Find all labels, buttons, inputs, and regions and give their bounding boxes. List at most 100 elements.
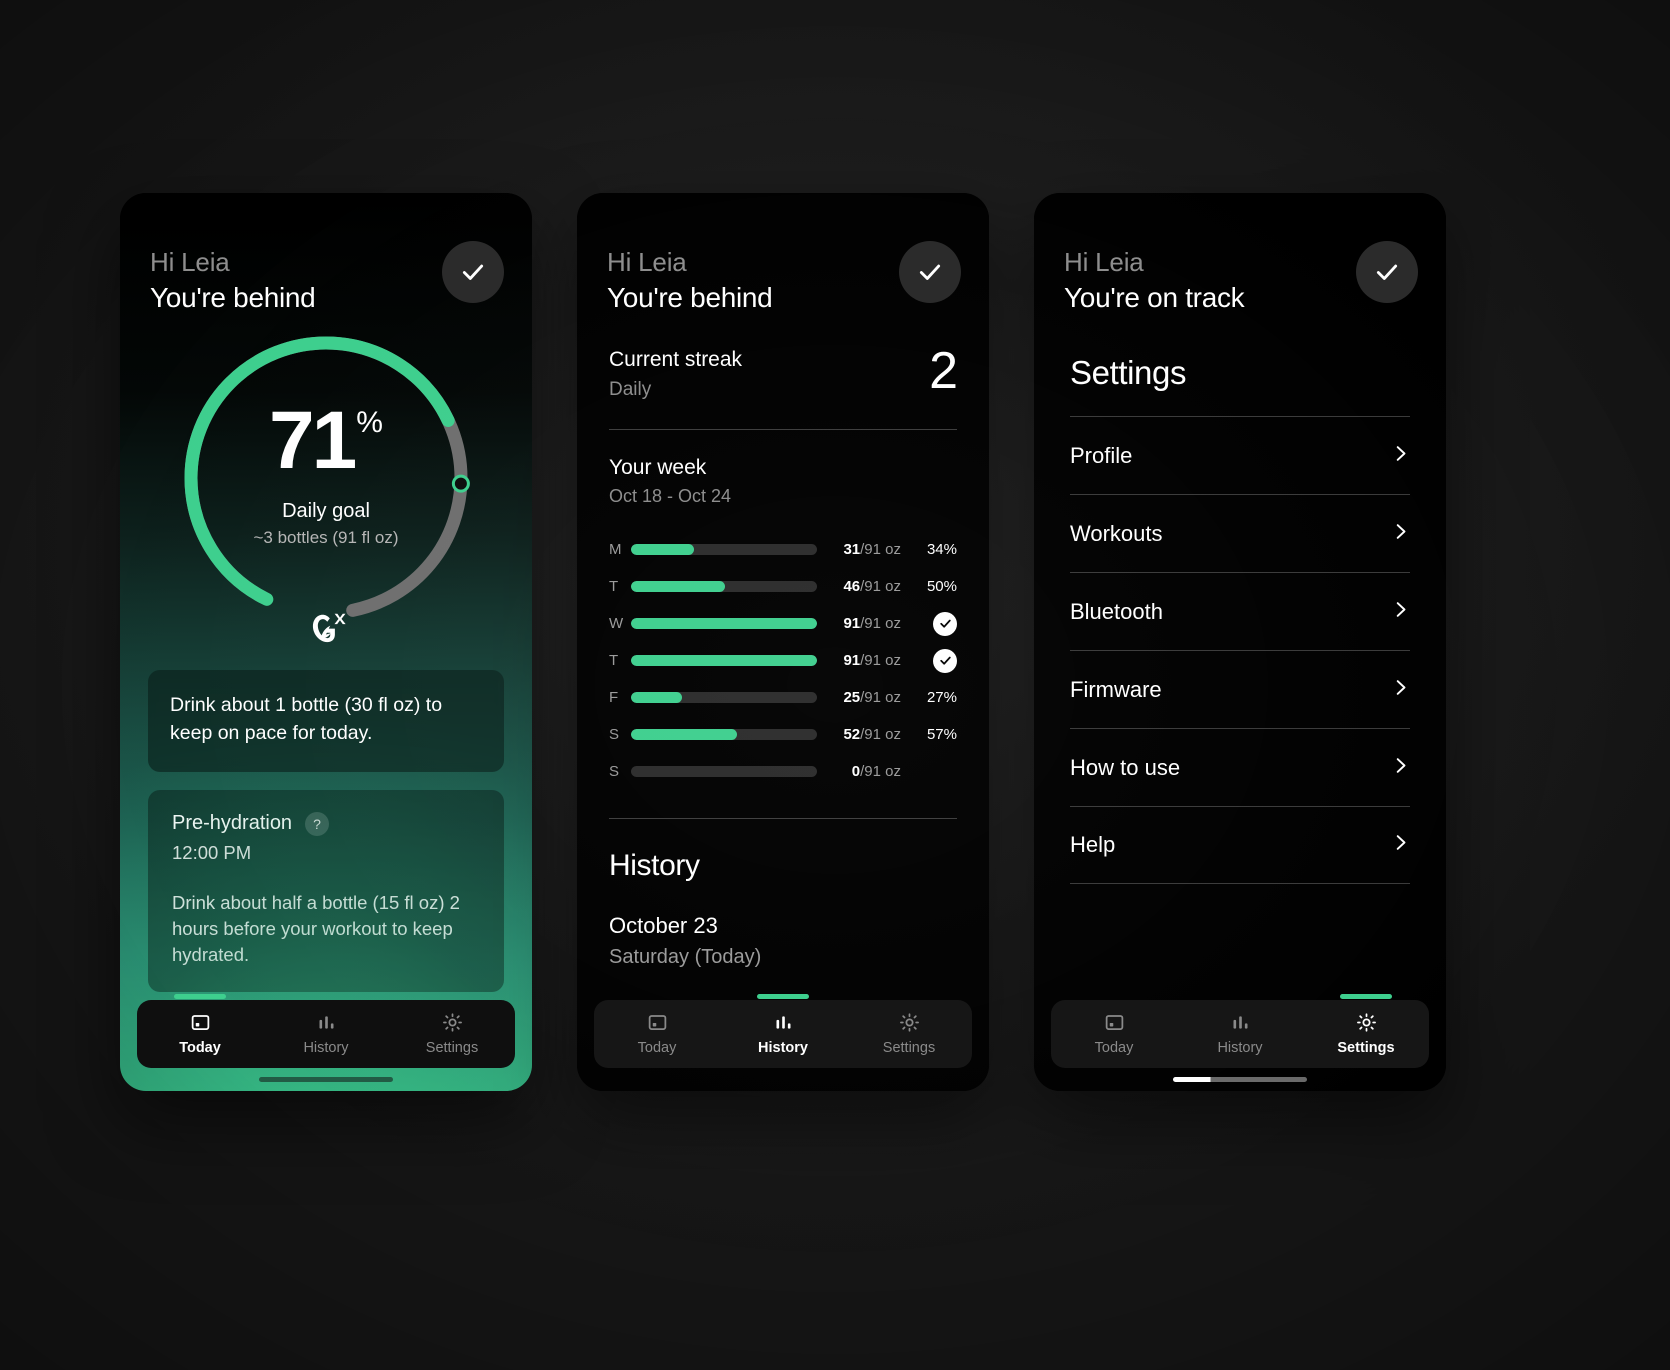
history-screen: Hi Leia You're behind Current streak Dai… [577, 193, 989, 1091]
week-day-label: T [609, 652, 619, 670]
nav-item-history[interactable]: History [263, 1000, 389, 1068]
week-progress-fill [631, 618, 817, 630]
gear-icon [899, 1012, 920, 1033]
confirm-button[interactable] [442, 241, 504, 303]
week-value-label: 31/91 oz [843, 541, 901, 559]
check-icon [462, 264, 484, 280]
check-circle-icon [933, 611, 957, 636]
pace-tip-card: Drink about 1 bottle (30 fl oz) to keep … [148, 670, 504, 772]
nav-item-today[interactable]: Today [137, 994, 263, 1068]
prehydration-header: Pre-hydration ? [172, 811, 480, 836]
week-day-label: W [609, 615, 624, 633]
nav-label-settings: Settings [1337, 1040, 1395, 1056]
nav-label-today: Today [1094, 1040, 1134, 1056]
nav-label-settings: Settings [882, 1040, 936, 1056]
bottom-nav-settings: Today History Settings [1051, 994, 1429, 1068]
prehydration-card: Pre-hydration ? 12:00 PM Drink about hal… [148, 789, 504, 993]
nav-item-today[interactable]: Today [594, 1000, 720, 1068]
week-day-label: T [609, 578, 619, 596]
chevron-right-icon [1391, 833, 1410, 857]
daily-goal-ring: 71 % Daily goal ~3 bottles (91 fl oz) [176, 328, 476, 643]
settings-item-firmware[interactable]: Firmware [1070, 650, 1410, 728]
nav-item-settings[interactable]: Settings [389, 1000, 515, 1068]
percent-row: 71 % [176, 400, 476, 482]
nav-item-settings[interactable]: Settings [846, 1000, 972, 1068]
nav-label-history: History [303, 1040, 349, 1056]
nav-item-history[interactable]: History [1177, 1000, 1303, 1068]
nav-active-indicator [174, 994, 226, 999]
check-icon [919, 264, 941, 280]
nav-label-history: History [758, 1040, 808, 1056]
week-day-label: F [609, 689, 619, 707]
streak-subtitle: Daily [609, 379, 652, 401]
settings-item-label: Workouts [1070, 520, 1163, 546]
nav-item-settings[interactable]: Settings [1303, 994, 1429, 1068]
help-icon[interactable]: ? [305, 811, 330, 836]
divider [609, 429, 957, 431]
week-title: Your week [609, 456, 707, 480]
check-icon [1376, 264, 1398, 280]
today-card-icon [190, 1012, 211, 1033]
background-canvas: Hi Leia You're behind 71 % Daily goal ~3… [0, 0, 1670, 1370]
pace-tip-text: Drink about 1 bottle (30 fl oz) to keep … [170, 694, 443, 744]
week-percent-label: 50% [926, 578, 957, 596]
week-row: S 0/91 oz [609, 753, 957, 790]
week-percent-label: 34% [926, 541, 957, 559]
week-value-label: 52/91 oz [843, 726, 901, 744]
nav-active-indicator [757, 994, 809, 999]
phone-mockup-settings: Hi Leia You're on track Settings Profile… [1034, 193, 1446, 1091]
week-row: W 91/91 oz [609, 605, 957, 642]
week-day-label: S [609, 763, 620, 781]
week-row: S 52/91 oz 57% [609, 716, 957, 753]
confirm-button[interactable] [899, 241, 961, 303]
bar-chart-icon [773, 1012, 794, 1033]
gear-icon [442, 1012, 463, 1033]
phone-mockup-history: Hi Leia You're behind Current streak Dai… [577, 193, 989, 1091]
week-progress-bar [631, 618, 817, 630]
settings-item-label: Firmware [1070, 676, 1162, 702]
nav-item-history[interactable]: History [720, 994, 846, 1068]
nav-item-today[interactable]: Today [1051, 1000, 1177, 1068]
nav-active-indicator [1340, 994, 1392, 999]
nav-label-today: Today [179, 1040, 221, 1056]
week-row: T 91/91 oz [609, 642, 957, 679]
settings-item-label: How to use [1070, 754, 1181, 780]
history-header: Hi Leia You're behind [577, 193, 989, 314]
nav-label-history: History [1217, 1040, 1263, 1056]
week-value-label: 91/91 oz [843, 652, 901, 670]
week-progress-bar [631, 692, 817, 704]
chevron-right-icon [1391, 600, 1410, 624]
week-progress-fill [631, 581, 726, 593]
goal-label: Daily goal [282, 500, 370, 523]
week-value-label: 46/91 oz [843, 578, 901, 596]
history-section-title: History [609, 849, 700, 883]
goal-sublabel: ~3 bottles (91 fl oz) [253, 528, 399, 548]
settings-item-bluetooth[interactable]: Bluetooth [1070, 572, 1410, 650]
settings-item-profile[interactable]: Profile [1070, 416, 1410, 494]
confirm-button[interactable] [1356, 241, 1418, 303]
divider [609, 818, 957, 820]
week-day-label: S [609, 726, 620, 744]
settings-header: Hi Leia You're on track [1034, 193, 1446, 314]
settings-item-label: Profile [1070, 442, 1133, 468]
gear-icon [1356, 1012, 1377, 1033]
week-range: Oct 18 - Oct 24 [609, 486, 732, 507]
week-row: M 31/91 oz 34% [609, 531, 957, 568]
week-progress-bar [631, 655, 817, 667]
week-row: T 46/91 oz 50% [609, 568, 957, 605]
settings-screen: Hi Leia You're on track Settings Profile… [1034, 193, 1446, 1091]
week-value-label: 91/91 oz [843, 615, 901, 633]
settings-item-help[interactable]: Help [1070, 806, 1410, 885]
chevron-right-icon [1391, 444, 1410, 468]
nav-label-today: Today [637, 1040, 677, 1056]
ring-center-readout: 71 % Daily goal ~3 bottles (91 fl oz) [176, 400, 476, 548]
week-day-label: M [609, 541, 622, 559]
bar-chart-icon [1230, 1012, 1251, 1033]
bottom-nav-history: Today History Settings [594, 994, 972, 1068]
settings-item-how-to-use[interactable]: How to use [1070, 728, 1410, 806]
page-title: Settings [1070, 354, 1187, 392]
settings-item-workouts[interactable]: Workouts [1070, 494, 1410, 572]
today-card-icon [647, 1012, 668, 1033]
percent-value: 71 [269, 395, 357, 487]
check-circle-icon [933, 648, 957, 673]
